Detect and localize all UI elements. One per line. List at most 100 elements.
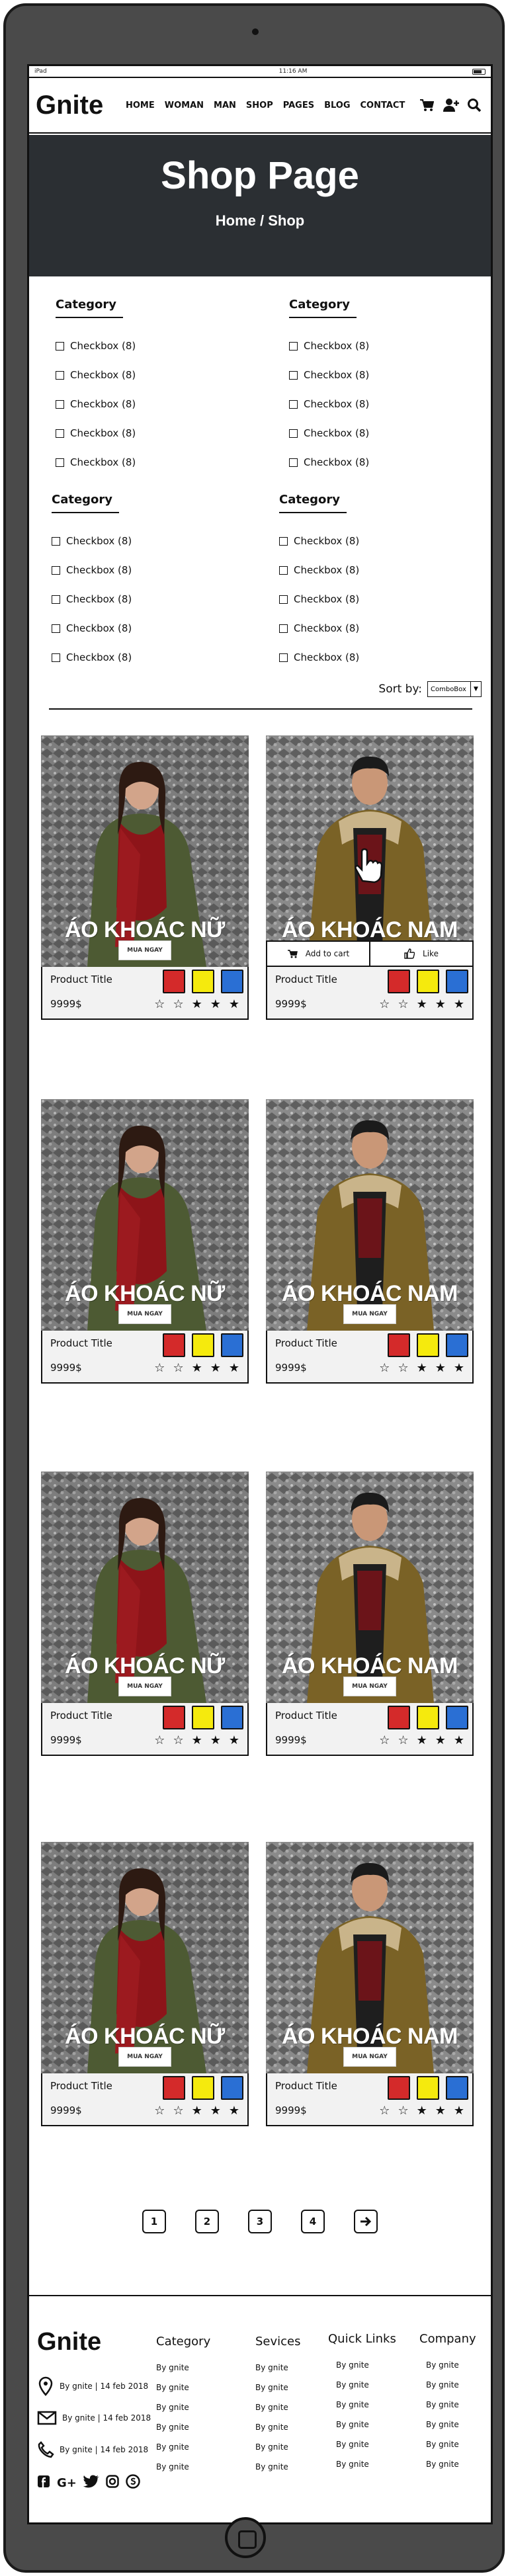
filter-checkbox[interactable]: Checkbox (8) <box>52 643 197 672</box>
skype-icon[interactable] <box>126 2473 140 2492</box>
star-empty-icon[interactable]: ☆ <box>173 997 183 1011</box>
color-swatch[interactable] <box>221 1706 243 1729</box>
google-plus-icon[interactable]: G+ <box>57 2476 77 2490</box>
color-swatch[interactable] <box>446 970 468 993</box>
star-filled-icon[interactable]: ★ <box>435 997 446 1011</box>
star-filled-icon[interactable]: ★ <box>210 1361 221 1375</box>
color-swatch[interactable] <box>446 2076 468 2100</box>
page-button-2[interactable]: 2 <box>195 2210 219 2233</box>
next-page-button[interactable] <box>354 2210 378 2233</box>
nav-pages[interactable]: PAGES <box>283 101 314 110</box>
filter-checkbox[interactable]: Checkbox (8) <box>56 331 201 360</box>
star-filled-icon[interactable]: ★ <box>210 1733 221 1747</box>
color-swatch[interactable] <box>221 970 243 993</box>
star-filled-icon[interactable]: ★ <box>435 1361 446 1375</box>
color-swatch[interactable] <box>192 1706 214 1729</box>
product-image[interactable]: ÁO KHOÁC NỮ MUA NGAY <box>41 735 249 967</box>
footer-link[interactable]: By gnite <box>255 2442 301 2462</box>
product-title[interactable]: Product Title <box>275 1337 337 1349</box>
color-swatch[interactable] <box>163 970 185 993</box>
chevron-down-icon[interactable]: ▼ <box>470 682 481 696</box>
star-empty-icon[interactable]: ☆ <box>398 997 408 1011</box>
color-swatch[interactable] <box>221 2076 243 2100</box>
footer-link[interactable]: By gnite <box>328 2440 396 2460</box>
product-title[interactable]: Product Title <box>275 2080 337 2092</box>
search-icon[interactable] <box>467 98 482 112</box>
star-filled-icon[interactable]: ★ <box>192 997 202 1011</box>
filter-checkbox[interactable]: Checkbox (8) <box>279 614 425 643</box>
checkbox-icon[interactable] <box>289 458 298 467</box>
product-title[interactable]: Product Title <box>50 1337 112 1349</box>
sort-select[interactable]: ComboBox ▼ <box>427 681 482 697</box>
footer-link[interactable]: By gnite <box>255 2462 301 2482</box>
checkbox-icon[interactable] <box>56 341 64 351</box>
page-button-1[interactable]: 1 <box>142 2210 166 2233</box>
checkbox-icon[interactable] <box>279 624 288 633</box>
checkbox-icon[interactable] <box>279 565 288 575</box>
product-title[interactable]: Product Title <box>50 1710 112 1722</box>
product-title[interactable]: Product Title <box>275 974 337 985</box>
star-filled-icon[interactable]: ★ <box>417 1361 427 1375</box>
star-filled-icon[interactable]: ★ <box>435 1733 446 1747</box>
color-swatch[interactable] <box>163 1333 185 1357</box>
product-card[interactable]: ÁO KHOÁC NỮ MUA NGAY Product Title 9999$ ☆ ☆ ★… <box>41 1472 249 1756</box>
product-image[interactable]: ÁO KHOÁC NỮ MUA NGAY <box>41 1099 249 1331</box>
checkbox-icon[interactable] <box>279 653 288 662</box>
footer-link[interactable]: By gnite <box>156 2423 210 2442</box>
footer-link[interactable]: By gnite <box>419 2360 476 2380</box>
footer-link[interactable]: By gnite <box>156 2442 210 2462</box>
color-swatch[interactable] <box>388 970 410 993</box>
product-card[interactable]: ÁO KHOÁC NỮ MUA NGAY Product Title 9999$ ☆ ☆ ★… <box>41 1842 249 2126</box>
footer-link[interactable]: By gnite <box>255 2423 301 2442</box>
product-image[interactable]: ÁO KHOÁC NỮ MUA NGAY <box>41 1842 249 2073</box>
footer-link[interactable]: By gnite <box>156 2383 210 2403</box>
checkbox-icon[interactable] <box>289 399 298 409</box>
checkbox-icon[interactable] <box>52 624 60 633</box>
product-image[interactable]: ÁO KHOÁC NAM MUA NGAY <box>266 1099 474 1331</box>
color-swatch[interactable] <box>446 1333 468 1357</box>
color-swatch[interactable] <box>417 1333 439 1357</box>
filter-checkbox[interactable]: Checkbox (8) <box>279 643 425 672</box>
footer-link[interactable]: By gnite <box>419 2400 476 2420</box>
filter-checkbox[interactable]: Checkbox (8) <box>52 526 197 556</box>
footer-link[interactable]: By gnite <box>328 2400 396 2420</box>
filter-checkbox[interactable]: Checkbox (8) <box>279 526 425 556</box>
product-image[interactable]: ÁO KHOÁC NAM MUA NGAY <box>266 1472 474 1703</box>
filter-checkbox[interactable]: Checkbox (8) <box>56 360 201 390</box>
home-button[interactable] <box>225 2517 266 2558</box>
color-swatch[interactable] <box>163 2076 185 2100</box>
star-filled-icon[interactable]: ★ <box>229 1733 239 1747</box>
star-empty-icon[interactable]: ☆ <box>398 2104 408 2118</box>
breadcrumb[interactable]: Home / Shop <box>29 212 491 229</box>
filter-checkbox[interactable]: Checkbox (8) <box>279 585 425 614</box>
cart-icon[interactable] <box>419 98 435 112</box>
footer-link[interactable]: By gnite <box>328 2420 396 2440</box>
footer-link[interactable]: By gnite <box>419 2440 476 2460</box>
color-swatch[interactable] <box>417 1706 439 1729</box>
star-filled-icon[interactable]: ★ <box>417 1733 427 1747</box>
star-filled-icon[interactable]: ★ <box>210 997 221 1011</box>
filter-checkbox[interactable]: Checkbox (8) <box>52 585 197 614</box>
footer-link[interactable]: By gnite <box>419 2380 476 2400</box>
star-filled-icon[interactable]: ★ <box>454 1733 464 1747</box>
footer-link[interactable]: By gnite <box>419 2420 476 2440</box>
nav-home[interactable]: HOME <box>126 101 155 110</box>
star-filled-icon[interactable]: ★ <box>192 1361 202 1375</box>
color-swatch[interactable] <box>417 970 439 993</box>
star-filled-icon[interactable]: ★ <box>454 1361 464 1375</box>
product-card[interactable]: ÁO KHOÁC NAM MUA NGAY Product Title 9999$ ☆ ☆… <box>266 1842 474 2126</box>
filter-checkbox[interactable]: Checkbox (8) <box>279 556 425 585</box>
checkbox-icon[interactable] <box>289 341 298 351</box>
page-button-4[interactable]: 4 <box>301 2210 325 2233</box>
buy-now-button[interactable]: MUA NGAY <box>118 1677 171 1696</box>
color-swatch[interactable] <box>388 2076 410 2100</box>
checkbox-icon[interactable] <box>56 370 64 380</box>
facebook-icon[interactable] <box>37 2475 50 2491</box>
footer-link[interactable]: By gnite <box>328 2460 396 2479</box>
product-title[interactable]: Product Title <box>50 2080 112 2092</box>
filter-checkbox[interactable]: Checkbox (8) <box>289 331 435 360</box>
star-filled-icon[interactable]: ★ <box>417 2104 427 2118</box>
color-swatch[interactable] <box>446 1706 468 1729</box>
nav-woman[interactable]: WOMAN <box>165 101 204 110</box>
star-empty-icon[interactable]: ☆ <box>154 2104 165 2118</box>
